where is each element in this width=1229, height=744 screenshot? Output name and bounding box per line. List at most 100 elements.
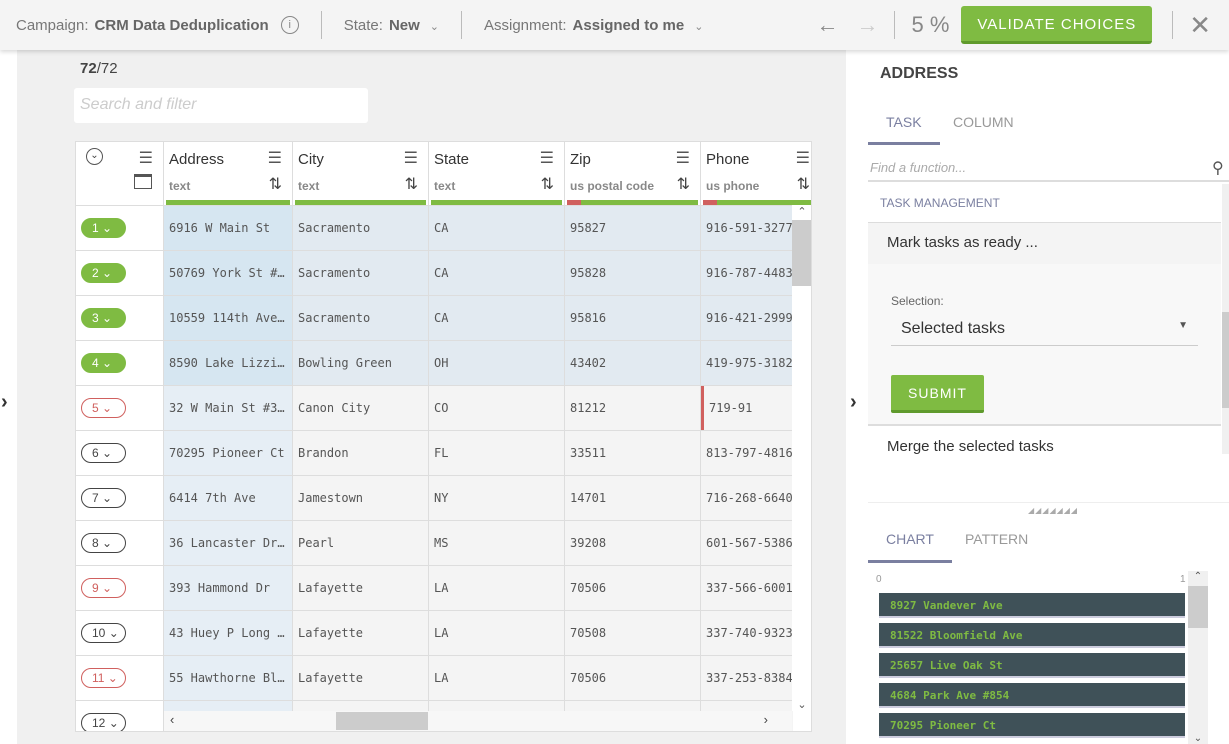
table-row[interactable]: 2 ⌄ 50769 York St #… Sacramento CA 95828 916-… — [76, 250, 793, 295]
cell-zip[interactable]: 70506 — [565, 566, 701, 610]
cell-zip[interactable]: 33511 — [565, 431, 701, 475]
search-input[interactable]: Search and filter — [74, 88, 368, 123]
columns-icon[interactable] — [134, 174, 152, 189]
function-scrollbar[interactable] — [1222, 184, 1229, 454]
tab-column[interactable]: COLUMN — [953, 114, 1014, 130]
row-badge[interactable]: 7 ⌄ — [81, 488, 126, 508]
cell-zip[interactable]: 95828 — [565, 251, 701, 295]
cell-address[interactable]: 8590 Lake Lizzi… — [164, 341, 293, 385]
row-badge[interactable]: 9 ⌄ — [81, 578, 126, 598]
row-badge[interactable]: 2 ⌄ — [81, 263, 126, 283]
sort-icon[interactable]: ⇅ — [797, 174, 810, 194]
cell-zip[interactable]: 14701 — [565, 476, 701, 520]
cell-zip[interactable]: 43402 — [565, 341, 701, 385]
column-menu-icon[interactable]: ☰ — [540, 148, 554, 168]
cell-city[interactable]: Jamestown — [293, 476, 429, 520]
chart-bar[interactable]: 4684 Park Ave #854 — [879, 683, 1185, 708]
selection-dropdown[interactable]: Selected tasks ▼ — [891, 312, 1198, 346]
cell-state[interactable]: CA — [429, 251, 565, 295]
column-menu-icon[interactable]: ☰ — [676, 148, 690, 168]
cell-city[interactable]: Sacramento — [293, 206, 429, 250]
cell-address[interactable]: 50769 York St #… — [164, 251, 293, 295]
column-menu-icon[interactable]: ☰ — [268, 148, 282, 168]
chart-bar[interactable]: 8927 Vandever Ave — [879, 593, 1185, 618]
tab-chart[interactable]: CHART — [868, 531, 952, 563]
cell-city[interactable]: Brandon — [293, 431, 429, 475]
cell-zip[interactable]: 70506 — [565, 656, 701, 700]
cell-city[interactable]: Lafayette — [293, 656, 429, 700]
table-row[interactable]: 8 ⌄ 36 Lancaster Dr… Pearl MS 39208 601-567-5… — [76, 520, 793, 565]
collapse-panel-icon[interactable]: › — [850, 391, 857, 414]
sort-icon[interactable]: ⇅ — [405, 174, 418, 194]
cell-city[interactable]: Lafayette — [293, 566, 429, 610]
cell-address[interactable]: 10559 114th Ave… — [164, 296, 293, 340]
cell-state[interactable]: CA — [429, 206, 565, 250]
cell-address[interactable]: 6414 7th Ave — [164, 476, 293, 520]
column-menu-icon[interactable]: ☰ — [404, 148, 418, 168]
select-all-icon[interactable]: ⌄ — [86, 148, 103, 165]
resize-handle[interactable]: ◢◢◢◢◢◢◢ — [1028, 506, 1078, 515]
info-icon[interactable]: i — [280, 16, 299, 34]
cell-state[interactable]: LA — [429, 656, 565, 700]
cell-state[interactable]: LA — [429, 611, 565, 655]
row-badge[interactable]: 12 ⌄ — [81, 713, 126, 731]
sort-icon[interactable]: ⇅ — [541, 174, 554, 194]
cell-state[interactable]: LA — [429, 566, 565, 610]
chart-bar[interactable]: 70295 Pioneer Ct — [879, 713, 1185, 738]
cell-zip[interactable]: 95827 — [565, 206, 701, 250]
table-row[interactable]: 5 ⌄ 32 W Main St #3… Canon City CO 81212 719-… — [76, 385, 811, 430]
validate-choices-button[interactable]: VALIDATE CHOICES — [961, 6, 1153, 44]
vertical-scrollbar[interactable]: ⌃ ⌄ — [792, 205, 811, 711]
tab-pattern[interactable]: PATTERN — [965, 531, 1028, 547]
cell-state[interactable]: MS — [429, 521, 565, 565]
forward-arrow-icon[interactable]: → — [856, 12, 878, 38]
column-menu-icon[interactable]: ☰ — [796, 148, 810, 168]
cell-state[interactable]: CO — [429, 386, 565, 430]
row-badge[interactable]: 11 ⌄ — [81, 668, 126, 688]
row-badge[interactable]: 3 ⌄ — [81, 308, 126, 328]
cell-city[interactable]: Bowling Green — [293, 341, 429, 385]
cell-state[interactable]: OH — [429, 341, 565, 385]
cell-address[interactable]: 55 Hawthorne Bl… — [164, 656, 293, 700]
row-badge[interactable]: 1 ⌄ — [81, 218, 126, 238]
assignment-dropdown[interactable]: Assignment: Assigned to me ⌄ — [484, 17, 703, 34]
chart-scrollbar[interactable]: ⌃ ⌄ — [1188, 571, 1208, 744]
cell-city[interactable]: Pearl — [293, 521, 429, 565]
submit-button[interactable]: SUBMIT — [891, 375, 984, 413]
table-row[interactable]: 9 ⌄ 393 Hammond Dr Lafayette LA 70506 337-566… — [76, 565, 793, 610]
cell-address[interactable]: 393 Hammond Dr — [164, 566, 293, 610]
row-badge[interactable]: 4 ⌄ — [81, 353, 126, 373]
table-row[interactable]: 1 ⌄ 6916 W Main St Sacramento CA 95827 916-59… — [76, 205, 793, 250]
cell-address[interactable]: 43 Huey P Long … — [164, 611, 293, 655]
search-icon[interactable]: ⚲ — [1212, 158, 1224, 178]
cell-zip[interactable]: 39208 — [565, 521, 701, 565]
tab-task[interactable]: TASK — [868, 114, 940, 145]
cell-city[interactable]: Sacramento — [293, 251, 429, 295]
state-dropdown[interactable]: State: New ⌄ — [344, 17, 439, 34]
table-row[interactable]: 11 ⌄ 55 Hawthorne Bl… Lafayette LA 70506 337-… — [76, 655, 793, 700]
find-function-input[interactable]: Find a function... — [868, 158, 1229, 182]
function-merge[interactable]: Merge the selected tasks — [868, 424, 1221, 464]
sort-icon[interactable]: ⇅ — [269, 174, 282, 194]
cell-state[interactable]: CA — [429, 296, 565, 340]
cell-address[interactable]: 32 W Main St #3… — [164, 386, 293, 430]
cell-state[interactable]: NY — [429, 476, 565, 520]
close-icon[interactable]: ✕ — [1189, 10, 1211, 41]
sort-icon[interactable]: ⇅ — [677, 174, 690, 194]
cell-zip[interactable]: 95816 — [565, 296, 701, 340]
cell-state[interactable]: FL — [429, 431, 565, 475]
chart-bar[interactable]: 25657 Live Oak St — [879, 653, 1185, 678]
menu-icon[interactable]: ☰ — [139, 148, 153, 168]
column-header-phone[interactable]: Phone ☰ us phone ⇅ — [701, 142, 811, 205]
cell-city[interactable]: Sacramento — [293, 296, 429, 340]
cell-city[interactable]: Canon City — [293, 386, 429, 430]
table-row[interactable]: 7 ⌄ 6414 7th Ave Jamestown NY 14701 716-268-6… — [76, 475, 793, 520]
table-row[interactable]: 3 ⌄ 10559 114th Ave… Sacramento CA 95816 916-… — [76, 295, 793, 340]
column-header-state[interactable]: State ☰ text ⇅ — [429, 142, 565, 205]
horizontal-scrollbar[interactable]: ‹ › — [164, 711, 792, 731]
cell-zip[interactable]: 81212 — [565, 386, 701, 430]
cell-address[interactable]: 6916 W Main St — [164, 206, 293, 250]
function-mark-ready[interactable]: Mark tasks as ready ... — [868, 223, 1221, 264]
cell-address[interactable]: 70295 Pioneer Ct — [164, 431, 293, 475]
table-row[interactable]: 6 ⌄ 70295 Pioneer Ct Brandon FL 33511 813-797… — [76, 430, 793, 475]
